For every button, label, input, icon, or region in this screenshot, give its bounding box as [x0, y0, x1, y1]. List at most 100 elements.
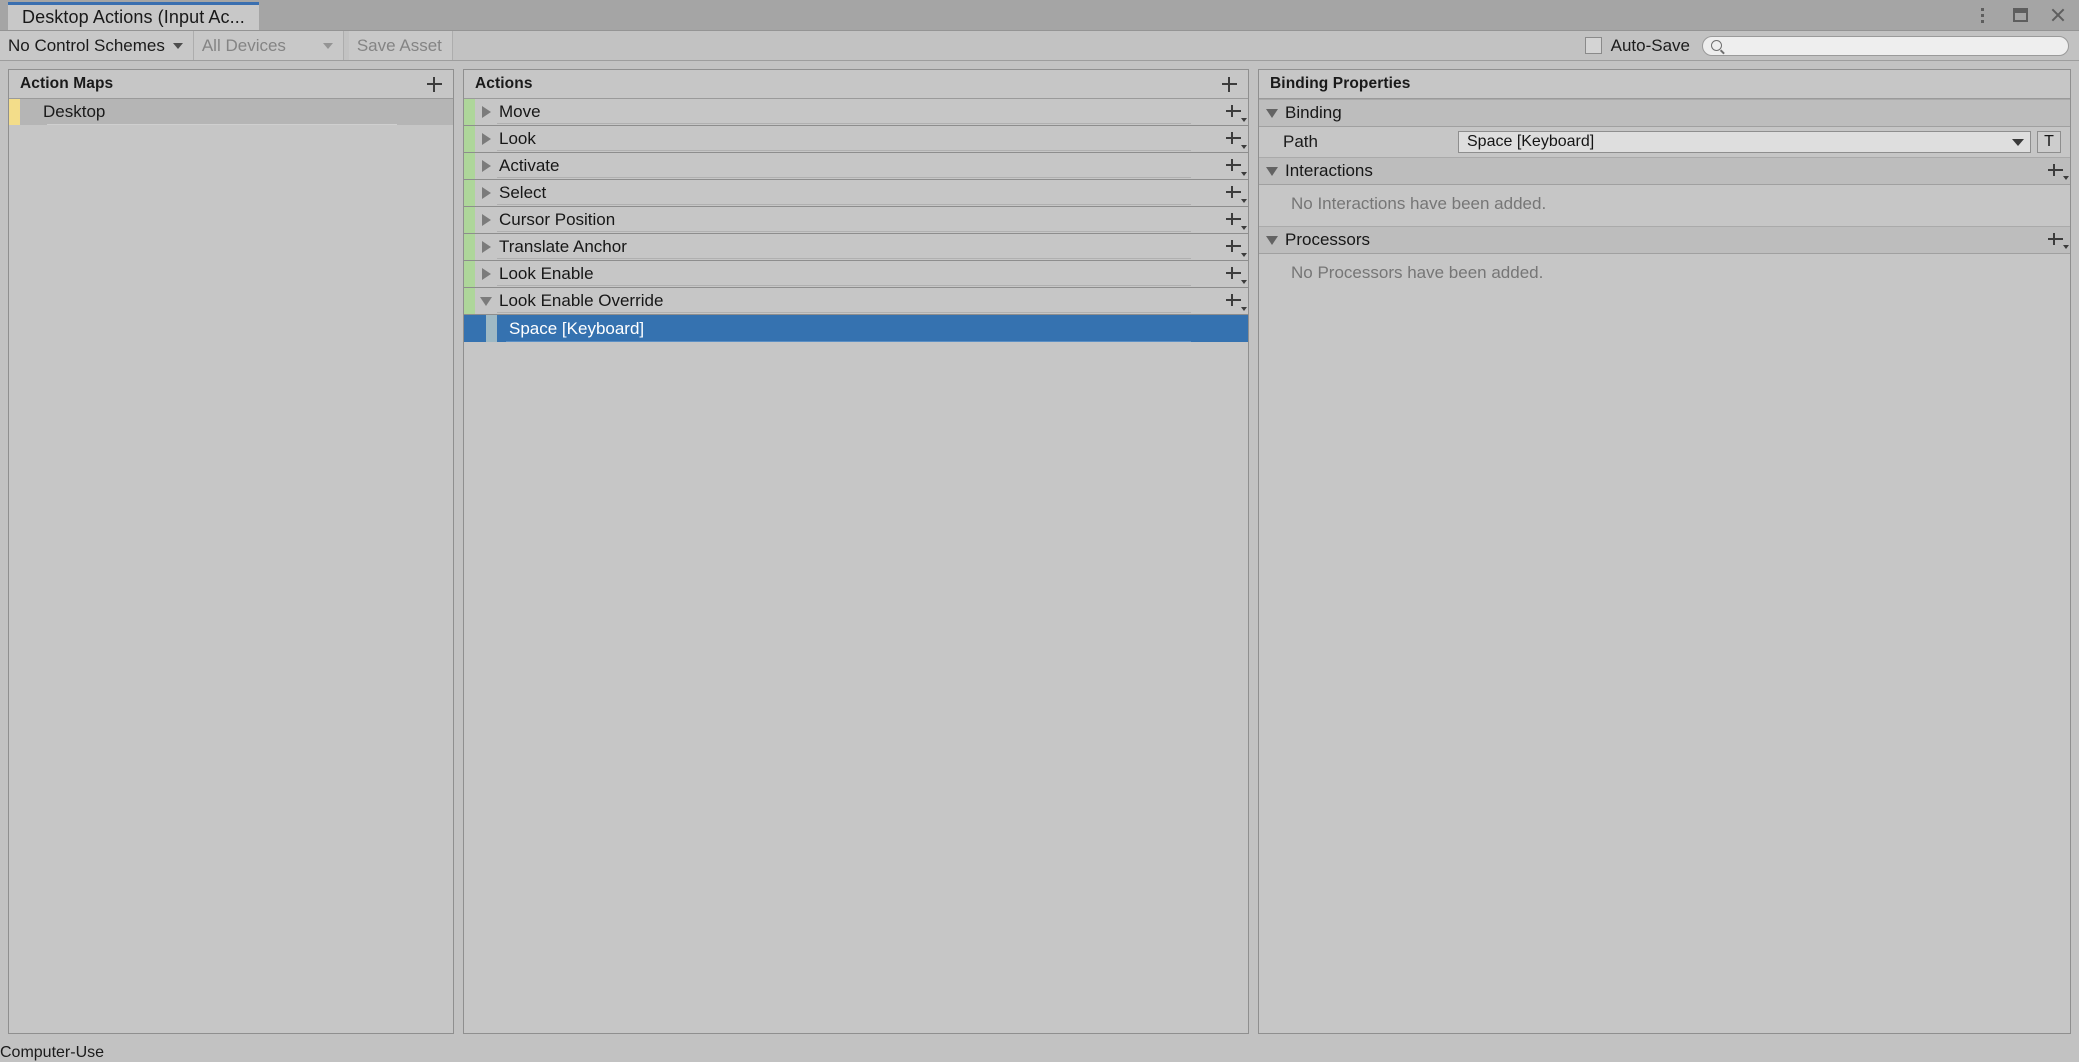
- action-color-stripe: [464, 207, 475, 233]
- search-box[interactable]: [1702, 35, 2069, 56]
- action-label: Look Enable Override: [499, 291, 664, 310]
- row-underline: [497, 204, 1191, 205]
- action-label: Activate: [499, 156, 560, 175]
- action-color-stripe: [464, 153, 475, 179]
- chevron-down-icon: [480, 296, 492, 306]
- row-underline: [497, 123, 1191, 124]
- foldout-toggle-look-enable-override[interactable]: [475, 288, 497, 314]
- binding-properties-title: Binding Properties: [1270, 75, 1411, 92]
- row-underline: [47, 124, 397, 125]
- section-title: Binding: [1285, 103, 1342, 122]
- chevron-down-icon: [1266, 108, 1278, 118]
- add-action-button[interactable]: [1216, 72, 1242, 96]
- action-maps-list: Desktop: [9, 99, 453, 1033]
- action-map-color-stripe: [9, 99, 20, 125]
- path-value: Space [Keyboard]: [1467, 133, 1595, 150]
- path-dropdown[interactable]: Space [Keyboard]: [1458, 131, 2031, 153]
- maximize-icon[interactable]: [2009, 4, 2031, 26]
- auto-save-label: Auto-Save: [1610, 35, 1690, 55]
- add-processor-button[interactable]: [2040, 228, 2070, 252]
- add-binding-button-cursor-position[interactable]: [1218, 207, 1248, 233]
- action-color-stripe: [464, 180, 475, 206]
- action-row-look[interactable]: Look: [464, 126, 1248, 153]
- actions-tree: Move Look Activate Select Cursor Positio…: [464, 99, 1248, 1033]
- row-underline: [497, 231, 1191, 232]
- auto-save-checkbox[interactable]: [1584, 37, 1602, 54]
- chevron-down-icon: [1241, 172, 1247, 176]
- toolbar: No Control Schemes All Devices Save Asse…: [0, 31, 2079, 61]
- chevron-right-icon: [481, 133, 491, 145]
- path-text-mode-button[interactable]: T: [2037, 131, 2061, 153]
- section-header-binding[interactable]: Binding: [1259, 99, 2070, 127]
- foldout-toggle-look[interactable]: [475, 126, 497, 152]
- toolbar-right-group: Auto-Save: [1584, 31, 2079, 60]
- chevron-down-icon: [2012, 138, 2024, 146]
- interactions-empty-text: No Interactions have been added.: [1259, 185, 2070, 226]
- action-label: Move: [499, 102, 541, 121]
- action-color-stripe: [464, 261, 475, 287]
- row-underline: [497, 177, 1191, 178]
- chevron-down-icon: [1241, 118, 1247, 122]
- foldout-toggle-select[interactable]: [475, 180, 497, 206]
- foldout-toggle-move[interactable]: [475, 99, 497, 125]
- action-row-cursor-position[interactable]: Cursor Position: [464, 207, 1248, 234]
- action-color-stripe: [464, 288, 475, 314]
- binding-properties-body: Binding Path Space [Keyboard] T Interact…: [1259, 99, 2070, 1033]
- binding-color-stripe: [486, 315, 497, 342]
- tab-label: Desktop Actions (Input Ac...: [22, 7, 245, 27]
- action-label: Cursor Position: [499, 210, 616, 229]
- action-row-look-enable[interactable]: Look Enable: [464, 261, 1248, 288]
- search-input[interactable]: [1728, 36, 2060, 55]
- chevron-right-icon: [481, 241, 491, 253]
- foldout-toggle-look-enable[interactable]: [475, 261, 497, 287]
- chevron-down-icon: [1266, 166, 1278, 176]
- section-header-processors[interactable]: Processors: [1259, 226, 2070, 254]
- add-binding-button-look-enable-override[interactable]: [1218, 288, 1248, 314]
- action-row-look-enable-override[interactable]: Look Enable Override: [464, 288, 1248, 315]
- action-color-stripe: [464, 126, 475, 152]
- binding-row-space-keyboard[interactable]: Space [Keyboard]: [464, 315, 1248, 342]
- devices-label: All Devices: [201, 35, 286, 55]
- chevron-right-icon: [481, 106, 491, 118]
- actions-panel: Actions Move Look Activate Select Cursor…: [463, 69, 1249, 1034]
- plus-icon: [1225, 158, 1241, 174]
- action-row-move[interactable]: Move: [464, 99, 1248, 126]
- plus-icon: [2047, 232, 2063, 248]
- foldout-toggle-translate-anchor[interactable]: [475, 234, 497, 260]
- foldout-toggle-activate[interactable]: [475, 153, 497, 179]
- action-row-activate[interactable]: Activate: [464, 153, 1248, 180]
- window-controls: [1971, 0, 2069, 30]
- add-binding-button-look-enable[interactable]: [1218, 261, 1248, 287]
- tab-desktop-actions[interactable]: Desktop Actions (Input Ac...: [8, 2, 259, 30]
- plus-icon: [1225, 239, 1241, 255]
- add-binding-button-activate[interactable]: [1218, 153, 1248, 179]
- action-maps-panel: Action Maps Desktop: [8, 69, 454, 1034]
- add-interaction-button[interactable]: [2040, 159, 2070, 183]
- row-underline: [497, 150, 1191, 151]
- input-actions-editor-window: Desktop Actions (Input Ac... No Control …: [0, 0, 2079, 1044]
- row-underline: [506, 341, 1191, 342]
- chevron-right-icon: [481, 160, 491, 172]
- chevron-down-icon: [1241, 253, 1247, 257]
- add-binding-button-select[interactable]: [1218, 180, 1248, 206]
- chevron-down-icon: [1241, 145, 1247, 149]
- devices-dropdown[interactable]: All Devices: [193, 31, 344, 60]
- save-asset-button[interactable]: Save Asset: [348, 31, 453, 60]
- foldout-toggle-cursor-position[interactable]: [475, 207, 497, 233]
- action-map-row-desktop[interactable]: Desktop: [9, 99, 453, 125]
- add-binding-button-look[interactable]: [1218, 126, 1248, 152]
- control-schemes-dropdown[interactable]: No Control Schemes: [0, 31, 194, 60]
- add-binding-button-move[interactable]: [1218, 99, 1248, 125]
- action-row-translate-anchor[interactable]: Translate Anchor: [464, 234, 1248, 261]
- section-title: Processors: [1285, 230, 1371, 249]
- chevron-down-icon: [1241, 199, 1247, 203]
- action-maps-title: Action Maps: [20, 75, 114, 92]
- section-header-interactions[interactable]: Interactions: [1259, 157, 2070, 185]
- add-action-map-button[interactable]: [421, 72, 447, 96]
- action-row-select[interactable]: Select: [464, 180, 1248, 207]
- kebab-menu-icon[interactable]: [1971, 4, 1993, 26]
- add-binding-button-translate-anchor[interactable]: [1218, 234, 1248, 260]
- tab-strip: Desktop Actions (Input Ac...: [0, 0, 2079, 31]
- chevron-down-icon: [1241, 307, 1247, 311]
- close-icon[interactable]: [2047, 4, 2069, 26]
